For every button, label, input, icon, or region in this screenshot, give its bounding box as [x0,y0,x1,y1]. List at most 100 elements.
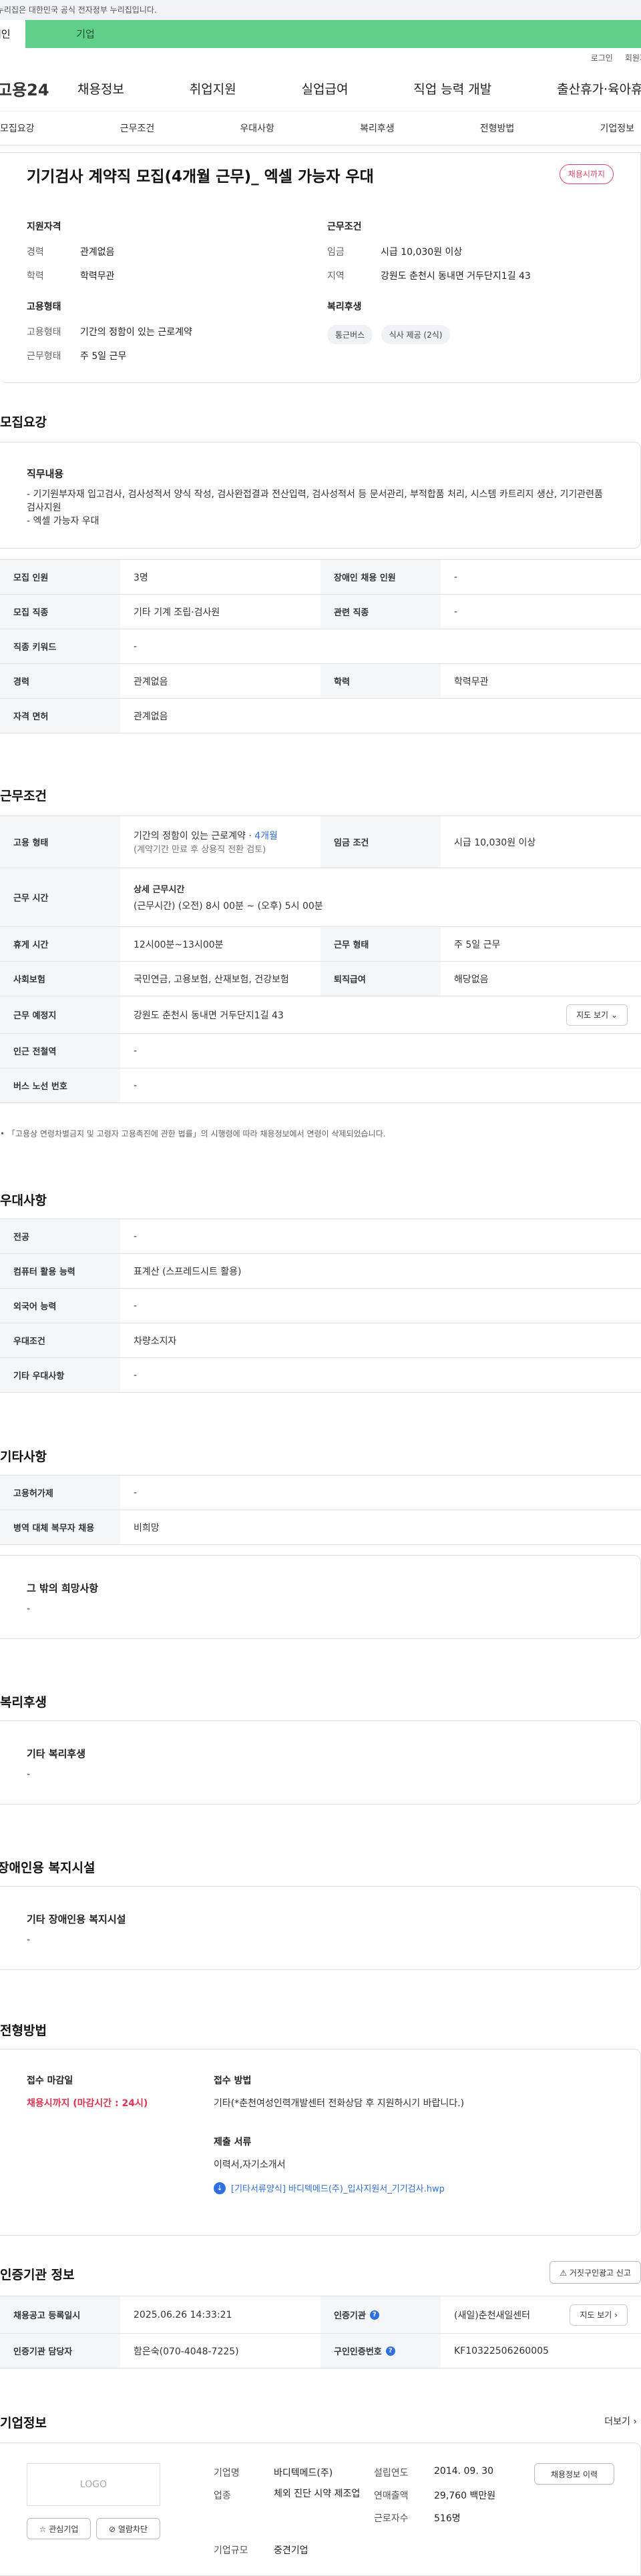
row-label: 근무 예정지 [0,996,120,1033]
row-value: 2025.06.26 14:33:21 [134,2309,232,2320]
help-icon[interactable]: ? [369,2310,379,2320]
ci-label: 기업명 [214,2468,240,2479]
welfare-section-title: 복리후생 [0,1695,47,1710]
row-value: - [134,1045,138,1056]
welfare-chip: 식사 제공 (2식) [381,325,451,344]
apply-section-title: 전형방법 [0,2023,47,2038]
welfare-summary-block: 복리후생 통근버스 식사 제공 (2식) [327,300,455,344]
row-value: 시급 10,030원 이상 [454,837,536,848]
row-value: 주 5일 근무 [454,939,501,950]
emp-type-cell: 기간의 정함이 있는 근로계약 · 4개월 (계약기간 만료 후 상용직 전환 … [120,816,320,868]
work-time-heading: 상세 근무시간 [134,885,185,895]
tab-company[interactable]: 기업 [52,20,119,48]
tab-preference[interactable]: 우대사항 [240,121,274,135]
ci-value: 29,760 백만원 [434,2491,496,2501]
gnb-parental-leave[interactable]: 출산휴가·육아휴직 [557,79,641,97]
company-info-box: LOGO ☆ 관심기업 ⊘ 열람차단 기업명 바디텍메드(주) 업종 체외 진단 시… [0,2443,641,2576]
row-value: - [134,1080,138,1091]
docs-value: 이력서,자기소개서 [214,2160,286,2170]
emp-label: 근무형태 [27,351,61,362]
employment-block: 고용형태 고용형태 기간의 정함이 있는 근로계약 근무형태 주 5일 근무 [27,300,192,373]
block-company-button[interactable]: ⊘ 열람차단 [96,2518,160,2539]
row-label: 관련 직종 [320,595,441,629]
cond-value: 시급 10,030원 이상 [381,247,463,258]
row-label: 모집 인원 [0,560,120,594]
contract-months: 4개월 [254,831,278,842]
company-staff-row: 근로자수 516명 [374,2511,461,2525]
disabled-section-title: 장애인용 복지시설 [0,1861,95,1875]
row-value: 기타 기계 조립·검사원 [134,607,220,618]
row-label: 버스 노선 번호 [0,1068,120,1102]
job-summary-card: 기기검사 계약직 모집(4개월 근무)_ 엑셀 가능자 우대 채용시까지 지원자… [0,152,641,383]
row-value: 관계없음 [134,711,168,722]
table-row: 고용 형태 기간의 정함이 있는 근로계약 · 4개월 (계약기간 만료 후 상… [0,816,641,868]
company-size-row: 기업규모 중견기업 [214,2543,308,2557]
work-table: 고용 형태 기간의 정함이 있는 근로계약 · 4개월 (계약기간 만료 후 상… [0,816,641,1103]
cond-label: 지역 [327,271,345,282]
method-value: 기타(*춘천여성인력개발센터 전화상담 후 지원하시기 바랍니다.) [214,2098,465,2109]
other-wishes-value: - [27,1604,31,1614]
agency-map-button[interactable]: 지도 보기 › [570,2304,628,2326]
login-link[interactable]: 로그인 [591,48,613,68]
ci-value: 2014. 09. 30 [434,2466,494,2477]
table-row: 경력 관계없음 학력 학력무관 [0,664,641,699]
deadline-heading: 접수 마감일 [27,2075,73,2086]
docs-heading: 제출 서류 [214,2137,252,2148]
company-industry-row: 업종 체외 진단 시약 제조업 [214,2489,374,2503]
cond-heading: 근무조건 [327,222,362,232]
job-history-button[interactable]: 채용정보 이력 [534,2463,614,2485]
company-more-link[interactable]: 더보기 › [604,2414,637,2428]
work-time-value: (근무시간) (오전) 8시 00분 ~ (오후) 5시 00분 [134,901,323,912]
agency-label-cell: 인증기관? [320,2296,441,2333]
table-row: 버스 노선 번호 - [0,1068,641,1103]
recruit-section-title: 모집요강 [0,415,47,430]
qual-value: 학력무관 [80,271,115,282]
company-founded-row: 설립연도 2014. 09. 30 [374,2466,493,2479]
emp-value: 기간의 정함이 있는 근로계약 [80,327,192,338]
work-time-cell: 상세 근무시간 (근무시간) (오전) 8시 00분 ~ (오후) 5시 00분 [120,868,641,926]
gnb-unemployment-benefit[interactable]: 실업급여 [302,79,349,97]
tab-work[interactable]: 근무조건 [120,121,155,135]
gnb-jobs[interactable]: 채용정보 [77,79,124,97]
row-label: 근무 시간 [0,868,120,926]
ci-label: 업종 [214,2491,231,2501]
gnb-employment-support[interactable]: 취업지원 [190,79,236,97]
row-label: 채용공고 등록일시 [0,2296,120,2333]
favorite-company-button[interactable]: ☆ 관심기업 [27,2518,91,2539]
site-logo[interactable]: 고용24 [0,77,77,100]
gnb-training[interactable]: 직업 능력 개발 [413,79,491,97]
tab-recruit[interactable]: 모집요강 [0,121,35,135]
row-value: - [134,641,138,652]
gov-banner: 이 누리집은 대한민국 공식 전자정부 누리집입니다. [0,0,641,20]
table-row: 인증기관 담당자 함은숙(070-4048-7225) 구인인증번호? KF10… [0,2334,641,2368]
tab-welfare[interactable]: 복리후생 [360,121,395,135]
table-row: 직종 키워드 - [0,629,641,664]
company-section-title: 기업정보 [0,2416,47,2431]
etc-section-title: 기타사항 [0,1450,47,1464]
row-label: 고용 형태 [0,816,120,868]
row-value: 관계없음 [134,676,168,687]
tab-company[interactable]: 기업정보 [600,121,634,135]
attachment-name: [기타서류양식] 바디텍메드(주)_입사지원서_기기검사.hwp [231,2184,445,2194]
attachment-link[interactable]: ↓ [기타서류양식] 바디텍메드(주)_입사지원서_기기검사.hwp [214,2182,445,2194]
status-badge: 채용시까지 [559,164,614,184]
table-row: 사회보험 국민연금, 고용보험, 산재보험, 건강보험 퇴직급여 해당없음 [0,962,641,996]
chevron-right-icon: › [614,2310,618,2320]
tab-personal[interactable]: 개인 [0,20,25,48]
tab-apply[interactable]: 전형방법 [480,121,515,135]
row-label: 직종 키워드 [0,629,120,663]
row-label: 컴퓨터 활용 능력 [0,1254,120,1288]
row-label: 모집 직종 [0,595,120,629]
ci-label: 기업규모 [214,2545,248,2556]
row-label: 우대조건 [0,1323,120,1357]
job-title: 기기검사 계약직 모집(4개월 근무)_ 엑셀 가능자 우대 [27,168,374,186]
help-icon[interactable]: ? [385,2346,395,2356]
table-row: 인근 전철역 - [0,1034,641,1068]
row-value: 해당없음 [454,974,489,985]
report-fake-ad-button[interactable]: ⚠ 거짓구인광고 신고 [550,2261,641,2284]
map-view-button[interactable]: 지도 보기 ⌄ [566,1004,628,1026]
table-row: 우대조건 차량소지자 [0,1323,641,1358]
row-value: - [134,1369,138,1381]
signup-link[interactable]: 회원가입 [625,48,641,68]
emp-heading: 고용형태 [27,302,61,312]
